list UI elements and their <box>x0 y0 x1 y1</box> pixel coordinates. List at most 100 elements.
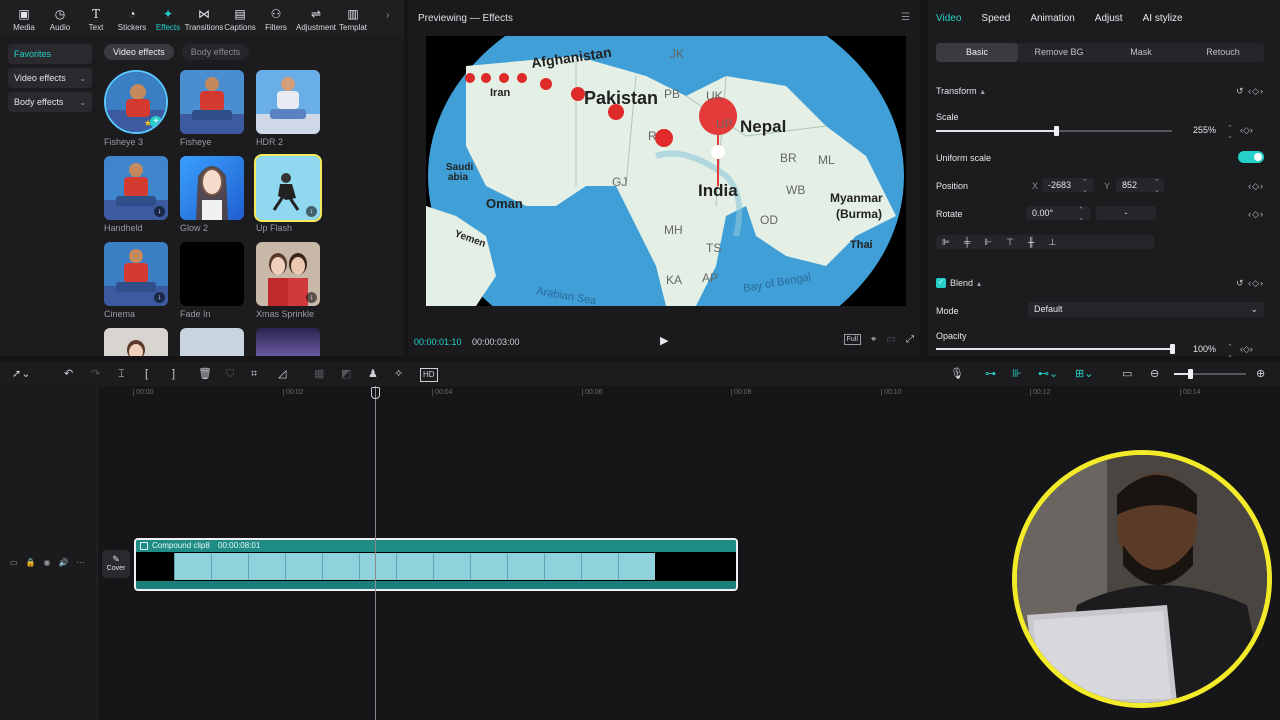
group-icon[interactable]: ▦ <box>314 368 324 380</box>
speaker-icon[interactable]: 🔊 <box>59 558 69 567</box>
scale-slider[interactable] <box>936 126 1172 136</box>
undo-icon[interactable]: ↶ <box>64 368 73 380</box>
tool-captions[interactable]: ▤ Captions <box>222 0 258 36</box>
delete-icon[interactable]: 🗑 <box>198 368 212 380</box>
time-ruler[interactable]: 00:00 00:02 00:04 00:06 00:08 00:10 00:1… <box>98 386 1280 400</box>
mode-select[interactable]: Default ⌄ <box>1028 302 1264 317</box>
reset-keyframe-icons[interactable]: ↺ ‹◇› <box>1236 86 1264 97</box>
tab-video[interactable]: Video <box>936 13 961 24</box>
blend-section-header[interactable]: ✓ Blend ▲ ↺ ‹◇› <box>936 278 1264 288</box>
opacity-value[interactable]: 100% <box>1193 344 1216 354</box>
align-left-icon[interactable]: ⊫ <box>942 237 950 248</box>
scale-slider-knob[interactable] <box>1054 126 1060 136</box>
magic-icon[interactable]: ✧ <box>394 368 403 380</box>
tab-ai-stylize[interactable]: AI stylize <box>1143 13 1183 24</box>
playhead[interactable] <box>375 386 376 720</box>
split-icon[interactable]: ⌶ <box>118 368 125 380</box>
shield-icon[interactable]: ⛉ <box>226 368 234 380</box>
play-icon[interactable]: ▶ <box>660 334 668 347</box>
align-right-icon[interactable]: ⊩ <box>984 237 992 248</box>
effect-card-up-flash[interactable]: ↓ Up Flash <box>254 154 322 233</box>
align-center-h-icon[interactable]: ╪ <box>964 237 970 247</box>
effect-card-xmas-sprinkle[interactable]: ↓ Xmas Sprinkle <box>256 242 320 319</box>
opacity-slider[interactable] <box>936 344 1175 354</box>
effect-card-partial[interactable] <box>180 328 244 356</box>
fit-icon[interactable]: ⌖ <box>871 334 877 345</box>
tab-remove-bg[interactable]: Remove BG <box>1018 43 1100 62</box>
tab-animation[interactable]: Animation <box>1030 13 1074 24</box>
blend-checkbox[interactable]: ✓ <box>936 278 946 288</box>
split-left-icon[interactable]: [ <box>145 368 148 380</box>
tool-filters[interactable]: ⚇ Filters <box>258 0 294 36</box>
reset-keyframe-icons[interactable]: ↺ ‹◇› <box>1236 278 1264 289</box>
tool-media[interactable]: ▣ Media <box>6 0 42 36</box>
tool-templates[interactable]: ▥ Templat <box>338 0 368 36</box>
tab-speed[interactable]: Speed <box>981 13 1010 24</box>
tool-stickers[interactable]: ◔ Stickers <box>114 0 150 36</box>
stepper-icon[interactable]: ⌃ ⌄ <box>1082 178 1088 194</box>
stepper-icon[interactable]: ⌃ ⌄ <box>1078 206 1084 222</box>
split-right-icon[interactable]: ] <box>172 368 175 380</box>
snap-icon[interactable]: ⊪ <box>1012 368 1022 380</box>
tool-text[interactable]: T Text <box>78 0 114 36</box>
download-icon[interactable]: ↓ <box>306 206 317 217</box>
align-top-icon[interactable]: ⊤ <box>1006 237 1014 248</box>
keyframe-icon[interactable]: ‹◇› <box>1248 181 1264 192</box>
download-icon[interactable]: ↓ <box>154 292 165 303</box>
more-icon[interactable]: ⋯ <box>76 558 84 567</box>
stepper-icon[interactable]: ⌃ ⌄ <box>1227 124 1233 140</box>
select-cursor-icon[interactable]: ➚⌄ <box>12 368 30 380</box>
tab-retouch[interactable]: Retouch <box>1182 43 1264 62</box>
keyframe-icon[interactable]: ‹◇› <box>1248 209 1264 220</box>
menu-icon[interactable]: ☰ <box>901 12 910 23</box>
align-center-v-icon[interactable]: ╫ <box>1028 237 1034 247</box>
eye-icon[interactable]: ◉ <box>44 558 51 567</box>
microphone-icon[interactable]: 🎙 <box>950 368 964 380</box>
tab-mask[interactable]: Mask <box>1100 43 1182 62</box>
download-icon[interactable]: ↓ <box>306 292 317 303</box>
side-item-favorites[interactable]: Favorites <box>8 44 92 64</box>
side-item-video-effects[interactable]: Video effects ⌄ <box>8 68 92 88</box>
zoom-out-icon[interactable]: ⊖ <box>1150 368 1159 380</box>
stepper-icon[interactable]: ⌃ ⌄ <box>1227 343 1233 359</box>
tab-body-effects[interactable]: Body effects <box>181 44 250 60</box>
add-icon[interactable]: + <box>150 116 162 128</box>
effect-card-fisheye[interactable]: Fisheye <box>180 70 244 147</box>
tool-audio[interactable]: ◷ Audio <box>42 0 78 36</box>
track-icon[interactable]: ▭ <box>10 558 18 567</box>
zoom-in-icon[interactable]: ⊕ <box>1256 368 1265 380</box>
mirror-icon[interactable]: ◩ <box>341 368 351 380</box>
opacity-slider-knob[interactable] <box>1170 344 1175 354</box>
zoom-slider-knob[interactable] <box>1188 369 1193 379</box>
effect-card-fisheye-3[interactable]: ★ + Fisheye 3 <box>104 70 168 147</box>
tab-video-effects[interactable]: Video effects <box>104 44 174 60</box>
timeline-clip[interactable]: Compound clip8 00:00:08:01 <box>134 538 738 591</box>
effect-card-handheld[interactable]: ↓ Handheld <box>104 156 168 233</box>
video-canvas[interactable]: Afghanistan Iran Pakistan Nepal India Om… <box>426 36 906 306</box>
playhead-handle[interactable] <box>371 387 380 399</box>
tool-transitions[interactable]: ⋈ Transitions <box>185 0 224 36</box>
linkage-icon[interactable]: ⊷⌄ <box>1038 368 1058 380</box>
tab-basic[interactable]: Basic <box>936 43 1018 62</box>
uniform-scale-toggle[interactable] <box>1238 151 1264 163</box>
person-icon[interactable]: ♟ <box>368 368 378 380</box>
speed-icon[interactable]: ◿ <box>278 368 286 380</box>
align-bottom-icon[interactable]: ⊥ <box>1048 237 1056 248</box>
effect-card-fade-in[interactable]: Fade In <box>180 242 244 319</box>
side-item-body-effects[interactable]: Body effects ⌄ <box>8 92 92 112</box>
effect-card-hdr-2[interactable]: HDR 2 <box>256 70 320 147</box>
caption-icon[interactable]: ▭ <box>1122 368 1132 380</box>
effect-card-partial[interactable] <box>104 328 168 356</box>
cover-button[interactable]: ✎ Cover <box>102 550 130 578</box>
chevron-right-icon[interactable]: › <box>386 10 398 26</box>
tool-effects[interactable]: ✦ Effects <box>150 0 186 36</box>
lock-icon[interactable]: 🔒 <box>26 558 36 567</box>
transform-section-header[interactable]: Transform ▲ ↺ ‹◇› <box>936 86 1264 96</box>
fullscreen-icon[interactable]: ⤢ <box>906 334 914 345</box>
rotate-preset[interactable]: - <box>1096 206 1156 220</box>
download-icon[interactable]: ↓ <box>154 206 165 217</box>
preview-axis-icon[interactable]: ⊞⌄ <box>1075 368 1093 380</box>
effect-card-cinema[interactable]: ↓ Cinema <box>104 242 168 319</box>
stepper-icon[interactable]: ⌃ ⌄ <box>1154 178 1160 194</box>
tab-adjust[interactable]: Adjust <box>1095 13 1123 24</box>
